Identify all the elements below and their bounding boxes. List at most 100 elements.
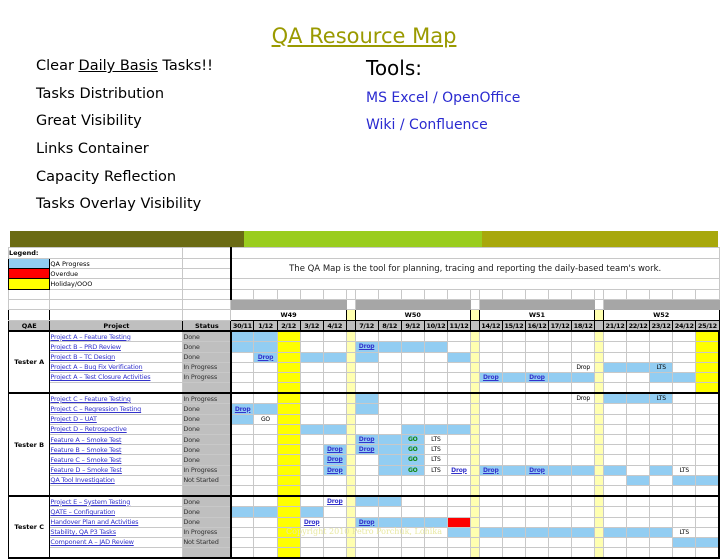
gantt-cell[interactable]: [547, 433, 573, 446]
gantt-cell[interactable]: [594, 361, 604, 373]
gantt-cell[interactable]: [276, 413, 301, 425]
gantt-cell[interactable]: [322, 341, 347, 353]
gantt-cell[interactable]: [299, 484, 324, 498]
gantt-cell[interactable]: [377, 506, 402, 518]
gantt-cell[interactable]: [649, 341, 674, 353]
gantt-cell[interactable]: [446, 444, 472, 456]
gantt-cell[interactable]: LTS: [423, 454, 448, 466]
gantt-cell[interactable]: [501, 474, 526, 486]
gantt-cell[interactable]: [322, 351, 347, 363]
gantt-cell[interactable]: [478, 484, 503, 498]
gantt-cell[interactable]: [547, 351, 573, 363]
gantt-cell[interactable]: [672, 341, 697, 353]
project-link[interactable]: QA Tool Investigation: [49, 474, 184, 486]
gantt-cell[interactable]: [594, 464, 604, 476]
gantt-cell[interactable]: [377, 433, 402, 446]
gantt-cell[interactable]: [276, 330, 301, 343]
gantt-cell[interactable]: [276, 495, 301, 508]
gantt-cell[interactable]: [501, 330, 526, 343]
gantt-cell[interactable]: [253, 454, 278, 466]
gantt-cell[interactable]: [322, 474, 347, 486]
gantt-cell[interactable]: [672, 433, 697, 446]
gantt-cell[interactable]: [501, 516, 526, 528]
gantt-cell[interactable]: [446, 516, 472, 528]
gantt-cell[interactable]: Drop: [322, 495, 347, 508]
gantt-cell[interactable]: [276, 454, 301, 466]
gantt-cell[interactable]: [672, 371, 697, 384]
gantt-cell[interactable]: [253, 484, 278, 498]
gantt-cell[interactable]: Drop: [478, 464, 503, 476]
gantt-cell[interactable]: [299, 444, 324, 456]
gantt-cell[interactable]: [354, 464, 379, 476]
gantt-cell[interactable]: [501, 403, 526, 415]
gantt-cell[interactable]: Drop: [354, 516, 379, 528]
gantt-cell[interactable]: [571, 454, 596, 466]
gantt-cell[interactable]: [345, 361, 356, 373]
gantt-cell[interactable]: [446, 433, 472, 446]
gantt-cell[interactable]: [354, 536, 379, 549]
gantt-cell[interactable]: [377, 330, 402, 343]
gantt-cell[interactable]: [594, 516, 604, 528]
gantt-cell[interactable]: [602, 341, 628, 353]
gantt-cell[interactable]: [354, 454, 379, 466]
gantt-cell[interactable]: [625, 495, 651, 508]
gantt-cell[interactable]: [446, 382, 472, 395]
gantt-cell[interactable]: [423, 547, 448, 559]
gantt-cell[interactable]: [594, 444, 604, 456]
gantt-cell[interactable]: [571, 536, 596, 549]
gantt-cell[interactable]: [400, 371, 425, 384]
gantt-cell[interactable]: [354, 547, 379, 559]
project-link[interactable]: Project C – Regression Testing: [49, 403, 184, 415]
gantt-cell[interactable]: [423, 423, 448, 436]
gantt-cell[interactable]: [229, 495, 255, 508]
gantt-cell[interactable]: [253, 474, 278, 486]
gantt-cell[interactable]: [423, 351, 448, 363]
gantt-cell[interactable]: [594, 433, 604, 446]
gantt-cell[interactable]: [322, 371, 347, 384]
gantt-cell[interactable]: [594, 351, 604, 363]
gantt-cell[interactable]: [276, 433, 301, 446]
gantt-cell[interactable]: [649, 371, 674, 384]
gantt-cell[interactable]: [276, 516, 301, 528]
gantt-cell[interactable]: [501, 413, 526, 425]
gantt-cell[interactable]: [501, 495, 526, 508]
gantt-cell[interactable]: [400, 474, 425, 486]
gantt-cell[interactable]: GO: [400, 433, 425, 446]
gantt-cell[interactable]: [478, 454, 503, 466]
gantt-cell[interactable]: [322, 433, 347, 446]
gantt-cell[interactable]: [354, 506, 379, 518]
project-link[interactable]: Component A – JAD Review: [49, 536, 184, 549]
gantt-cell[interactable]: [649, 382, 674, 395]
gantt-cell[interactable]: [524, 454, 550, 466]
gantt-cell[interactable]: [524, 474, 550, 486]
gantt-cell[interactable]: [547, 341, 573, 353]
gantt-cell[interactable]: [695, 454, 721, 466]
gantt-cell[interactable]: [345, 382, 356, 395]
gantt-cell[interactable]: [276, 506, 301, 518]
gantt-cell[interactable]: [470, 351, 480, 363]
gantt-cell[interactable]: [299, 495, 324, 508]
gantt-cell[interactable]: [649, 454, 674, 466]
gantt-cell[interactable]: [594, 454, 604, 466]
gantt-cell[interactable]: [547, 464, 573, 476]
gantt-cell[interactable]: [345, 371, 356, 384]
gantt-cell[interactable]: [594, 423, 604, 436]
gantt-cell[interactable]: [446, 392, 472, 405]
gantt-cell[interactable]: Drop: [478, 371, 503, 384]
gantt-cell[interactable]: [423, 484, 448, 498]
gantt-cell[interactable]: [649, 413, 674, 425]
gantt-cell[interactable]: [354, 474, 379, 486]
gantt-cell[interactable]: [547, 371, 573, 384]
gantt-cell[interactable]: [501, 444, 526, 456]
gantt-cell[interactable]: [695, 423, 721, 436]
gantt-cell[interactable]: [299, 433, 324, 446]
project-link[interactable]: Feature D – Smoke Test: [49, 464, 184, 476]
gantt-cell[interactable]: [470, 516, 480, 528]
gantt-cell[interactable]: [322, 361, 347, 373]
gantt-cell[interactable]: [423, 495, 448, 508]
gantt-cell[interactable]: [253, 382, 278, 395]
gantt-cell[interactable]: [446, 351, 472, 363]
project-link[interactable]: Project A – Test Closure Activities: [49, 371, 184, 384]
gantt-cell[interactable]: [377, 392, 402, 405]
gantt-cell[interactable]: [501, 341, 526, 353]
